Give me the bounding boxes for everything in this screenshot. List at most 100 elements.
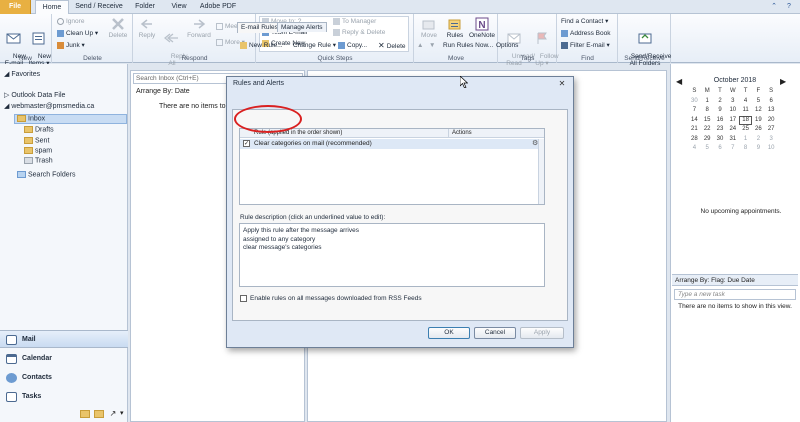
rules-button[interactable]: Rules [443, 17, 467, 39]
calendar-day[interactable]: 3 [765, 135, 778, 145]
new-rule-button[interactable]: New Rule... [240, 41, 283, 51]
dialog-close-button[interactable]: ✕ [555, 79, 569, 89]
tab-send-receive[interactable]: Send / Receive [72, 0, 126, 14]
calendar-day[interactable]: 6 [765, 97, 778, 107]
nav-tasks[interactable]: Tasks [0, 388, 128, 406]
arrange-by-date[interactable]: Arrange By: Date [136, 88, 190, 95]
calendar-day[interactable]: 5 [701, 144, 714, 154]
ribbon-minimize-icon[interactable]: ⌃ [768, 0, 780, 14]
nav-mail[interactable]: Mail [0, 330, 128, 348]
folder-trash[interactable]: Trash [24, 157, 53, 164]
rule-enabled-checkbox[interactable]: ✓ [243, 140, 250, 147]
shortcut-arrow-icon[interactable]: ↗ [108, 409, 118, 419]
calendar-day[interactable]: 25 [739, 125, 752, 135]
calendar-day[interactable]: 10 [726, 106, 739, 116]
calendar-day[interactable]: 12 [752, 106, 765, 116]
folder-drafts[interactable]: Drafts [24, 126, 54, 133]
address-book-button[interactable]: Address Book [561, 29, 610, 39]
calendar-day[interactable]: 21 [688, 125, 701, 135]
calendar-day[interactable]: 27 [765, 125, 778, 135]
onenote-button[interactable]: N OneNote [468, 17, 496, 39]
calendar-day[interactable]: 29 [701, 135, 714, 145]
calendar-day[interactable]: 16 [714, 116, 727, 126]
calendar-day[interactable]: 14 [688, 116, 701, 126]
calendar-next-icon[interactable]: ▶ [780, 77, 786, 86]
rule-description-line[interactable]: assigned to any category [243, 236, 541, 245]
calendar-day-today[interactable]: 18 [739, 115, 752, 125]
task-arrange-by[interactable]: Arrange By: Flag: Due Date [672, 274, 798, 286]
options-button[interactable]: Options [496, 41, 518, 51]
search-folders[interactable]: Search Folders [17, 171, 75, 178]
change-rule-button[interactable]: Change Rule ▾ [293, 41, 336, 51]
calendar-day[interactable]: 9 [714, 106, 727, 116]
filter-email-button[interactable]: Filter E-mail ▾ [561, 41, 610, 51]
calendar-day[interactable]: 11 [739, 106, 752, 116]
calendar-day[interactable]: 28 [688, 135, 701, 145]
calendar-day[interactable]: 17 [726, 116, 739, 126]
calendar-day[interactable]: 7 [688, 106, 701, 116]
calendar-day[interactable]: 7 [726, 144, 739, 154]
move-up-button[interactable]: ▲ [417, 41, 423, 51]
copy-rule-button[interactable]: Copy... [338, 41, 367, 51]
quickstep-reply-delete[interactable]: Reply & Delete [333, 28, 385, 38]
rules-list-scrollbar[interactable] [538, 139, 544, 204]
calendar-day[interactable]: 26 [752, 125, 765, 135]
tab-email-rules[interactable]: E-mail Rules [237, 22, 282, 33]
clean-up-button[interactable]: Clean Up ▾ [57, 29, 98, 39]
calendar-day[interactable]: 23 [714, 125, 727, 135]
calendar-day[interactable]: 31 [726, 135, 739, 145]
rule-row[interactable]: ✓ Clear categories on mail (recommended)… [240, 139, 544, 149]
configure-buttons-icon[interactable]: ▾ [120, 409, 127, 419]
calendar-day[interactable]: 4 [688, 144, 701, 154]
folder-sent[interactable]: Sent [24, 137, 49, 144]
follow-up-button[interactable]: Follow Up ▾ [529, 17, 559, 74]
calendar-day[interactable]: 10 [765, 144, 778, 154]
calendar-day[interactable]: 6 [714, 144, 727, 154]
calendar-day[interactable]: 8 [701, 106, 714, 116]
calendar-prev-icon[interactable]: ◀ [676, 77, 682, 86]
find-contact-button[interactable]: Find a Contact ▾ [561, 17, 608, 27]
send-receive-all-button[interactable]: Send/Receive All Folders [620, 17, 671, 74]
calendar-day[interactable]: 15 [701, 116, 714, 126]
tab-adobe-pdf[interactable]: Adobe PDF [198, 0, 238, 14]
calendar-day[interactable]: 22 [701, 125, 714, 135]
calendar-day[interactable]: 19 [752, 116, 765, 126]
move-button[interactable]: Move [417, 17, 441, 39]
delete-rule-button[interactable]: ✕ Delete [378, 41, 406, 51]
reply-all-button[interactable]: Reply All [160, 17, 187, 74]
ok-button[interactable]: OK [428, 327, 470, 339]
folder-inbox[interactable]: Inbox [17, 115, 45, 122]
calendar-day[interactable]: 5 [752, 97, 765, 107]
calendar-day[interactable]: 24 [726, 125, 739, 135]
calendar-day[interactable]: 1 [701, 97, 714, 107]
rss-rules-option[interactable]: Enable rules on all messages downloaded … [240, 295, 422, 302]
calendar-day[interactable]: 30 [688, 97, 701, 107]
delete-button[interactable]: Delete [105, 17, 131, 39]
nav-contacts[interactable]: Contacts [0, 369, 128, 387]
calendar-day[interactable]: 8 [739, 144, 752, 154]
calendar-day[interactable]: 13 [765, 106, 778, 116]
calendar-day[interactable]: 3 [726, 97, 739, 107]
reply-button[interactable]: Reply [136, 17, 158, 39]
rss-rules-checkbox[interactable] [240, 295, 247, 302]
tab-view[interactable]: View [165, 0, 193, 14]
favorites-header[interactable]: ◢ Favorites [4, 70, 40, 78]
move-down-button[interactable]: ▼ [429, 41, 435, 51]
account-folder[interactable]: ◢ webmaster@pmsmedia.ca [4, 102, 94, 110]
tab-manage-alerts[interactable]: Manage Alerts [277, 22, 327, 32]
tab-home[interactable]: Home [35, 0, 69, 14]
apply-button[interactable]: Apply [520, 327, 564, 339]
ignore-button[interactable]: Ignore [57, 17, 84, 27]
calendar-day[interactable]: 9 [752, 144, 765, 154]
forward-button[interactable]: Forward [185, 17, 213, 39]
tab-folder[interactable]: Folder [130, 0, 160, 14]
calendar-day[interactable]: 20 [765, 116, 778, 126]
quickstep-to-manager[interactable]: To Manager [333, 17, 376, 27]
calendar-day[interactable]: 1 [739, 135, 752, 145]
run-rules-now-button[interactable]: Run Rules Now... [443, 41, 493, 51]
new-task-input[interactable]: Type a new task [674, 289, 796, 300]
junk-button[interactable]: Junk ▾ [57, 41, 85, 51]
outlook-data-file[interactable]: ▷ Outlook Data File [4, 91, 65, 99]
help-icon[interactable]: ? [782, 0, 796, 14]
cancel-button[interactable]: Cancel [474, 327, 516, 339]
